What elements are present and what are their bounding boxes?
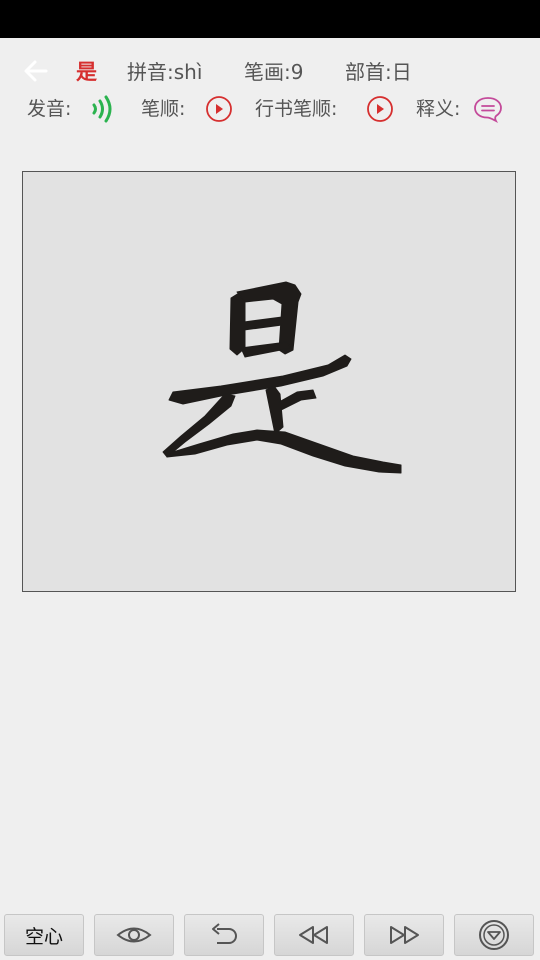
- undo-button[interactable]: [184, 914, 264, 956]
- cursive-stroke-order-play-button[interactable]: [365, 95, 395, 132]
- fast-forward-button[interactable]: [364, 914, 444, 956]
- status-bar: [0, 0, 540, 38]
- play-circle-icon: [367, 96, 393, 122]
- hollow-label: 空心: [24, 925, 63, 948]
- rewind-button[interactable]: [274, 914, 354, 956]
- undo-icon: [212, 923, 237, 944]
- back-arrow-icon: [24, 60, 48, 82]
- play-circle-icon: [206, 96, 232, 122]
- radical-text: 部首:日: [345, 60, 412, 84]
- pronunciation-button[interactable]: [90, 94, 116, 133]
- character-glyph: 是: [162, 281, 402, 474]
- speech-bubble-icon: [474, 97, 502, 124]
- sound-wave-icon: [92, 95, 112, 123]
- more-options-button[interactable]: [454, 914, 534, 956]
- header-row: 是 拼音:shì 笔画:9 部首:日: [0, 56, 540, 88]
- pinyin-text: 拼音:shì: [127, 60, 203, 84]
- cursive-stroke-order-label: 行书笔顺:: [255, 98, 338, 120]
- stroke-order-label: 笔顺:: [141, 98, 186, 120]
- character-canvas[interactable]: 是: [22, 171, 516, 592]
- meaning-label: 释义:: [416, 98, 461, 120]
- bottom-toolbar: 空心: [0, 912, 540, 960]
- hollow-toggle-button[interactable]: 空心: [4, 914, 84, 956]
- pronunciation-label: 发音:: [27, 98, 72, 120]
- back-button[interactable]: [22, 57, 50, 94]
- menu-down-icon: [479, 920, 509, 950]
- rewind-icon: [299, 926, 328, 944]
- fast-forward-icon: [390, 926, 419, 944]
- stroke-order-play-button[interactable]: [204, 95, 234, 132]
- meaning-button[interactable]: [472, 95, 504, 132]
- controls-row: 发音: 笔顺: 行书笔顺: 释义:: [0, 94, 540, 124]
- show-toggle-button[interactable]: [94, 914, 174, 956]
- character-title: 是: [76, 60, 97, 84]
- stroke-count-text: 笔画:9: [244, 60, 304, 84]
- eye-icon: [116, 927, 152, 943]
